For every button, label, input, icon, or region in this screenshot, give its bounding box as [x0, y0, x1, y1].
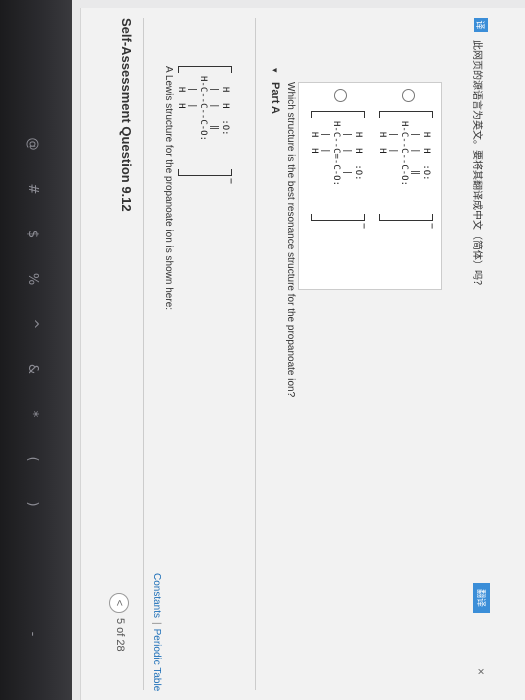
intro-text: A Lewis structure for the propanoate ion… — [163, 66, 174, 311]
answer-choices: H H :O: | | ‖ H-C--C--C-O: | | H H − H H… — [298, 82, 442, 290]
lewis-structure: H H :O: | | ‖ H-C--C--C-O: | | H H − — [176, 66, 236, 184]
left-bracket — [379, 111, 433, 118]
key: ^ — [25, 318, 41, 330]
answer-option[interactable]: H H :O: | | | H-C--C=-C-O: | | H H − — [305, 89, 369, 279]
key: & — [25, 363, 41, 375]
right-bracket — [311, 214, 365, 221]
translate-prompt: 此网页的源语言为英文。要将其翻译成中文（简体）吗？ — [471, 40, 482, 290]
structure-text: H H :O: | | ‖ H-C--C--C-O: | | H H — [176, 76, 230, 142]
key: - — [25, 631, 41, 637]
right-bracket — [178, 169, 232, 176]
rotated-content: Self-Assessment Question 9.12 < 5 of 28 … — [81, 8, 525, 700]
translate-icon: 译 — [474, 18, 488, 32]
radio-button[interactable] — [334, 89, 347, 102]
divider — [143, 18, 144, 690]
key: # — [25, 183, 41, 195]
key: ) — [25, 501, 41, 507]
left-bracket — [178, 66, 232, 73]
translate-button[interactable]: 翻译 — [473, 583, 490, 614]
structure-text: H H :O: | | | H-C--C=-C-O: | | H H — [309, 121, 363, 187]
ion-charge: − — [225, 177, 236, 184]
collapse-caret-icon[interactable]: ▾ — [269, 68, 280, 73]
radio-button[interactable] — [402, 89, 415, 102]
key: % — [25, 272, 41, 286]
resource-links: Constants | Periodic Table — [151, 573, 162, 691]
question-text: Which structure is the best resonance st… — [285, 82, 296, 398]
question-page: Self-Assessment Question 9.12 < 5 of 28 … — [80, 8, 525, 700]
lewis-structure: H H :O: | | | H-C--C=-C-O: | | H H − — [309, 111, 369, 229]
right-bracket — [379, 214, 433, 221]
periodic-table-link[interactable]: Periodic Table — [151, 629, 162, 692]
left-bracket — [311, 111, 365, 118]
question-counter: 5 of 28 — [114, 618, 126, 652]
divider — [255, 18, 256, 690]
prev-question-button[interactable]: < — [109, 593, 129, 613]
key: * — [25, 410, 41, 418]
lewis-structure: H H :O: | | ‖ H-C--C--C-O: | | H H − — [377, 111, 437, 229]
page-title: Self-Assessment Question 9.12 — [119, 18, 134, 212]
key: ( — [25, 456, 41, 462]
part-label[interactable]: Part A — [269, 82, 281, 114]
laptop-keyboard: @ # $ % ^ & * ( ) - — [0, 0, 72, 700]
ion-charge: − — [358, 222, 369, 229]
ion-charge: − — [426, 222, 437, 229]
answer-option[interactable]: H H :O: | | ‖ H-C--C--C-O: | | H H − — [373, 89, 437, 279]
key: @ — [25, 137, 41, 151]
key: $ — [25, 229, 41, 239]
link-separator: | — [151, 622, 162, 625]
laptop-screen: Self-Assessment Question 9.12 < 5 of 28 … — [72, 0, 525, 700]
constants-link[interactable]: Constants — [151, 573, 162, 618]
close-icon[interactable]: × — [474, 668, 488, 675]
structure-text: H H :O: | | ‖ H-C--C--C-O: | | H H — [377, 121, 431, 187]
